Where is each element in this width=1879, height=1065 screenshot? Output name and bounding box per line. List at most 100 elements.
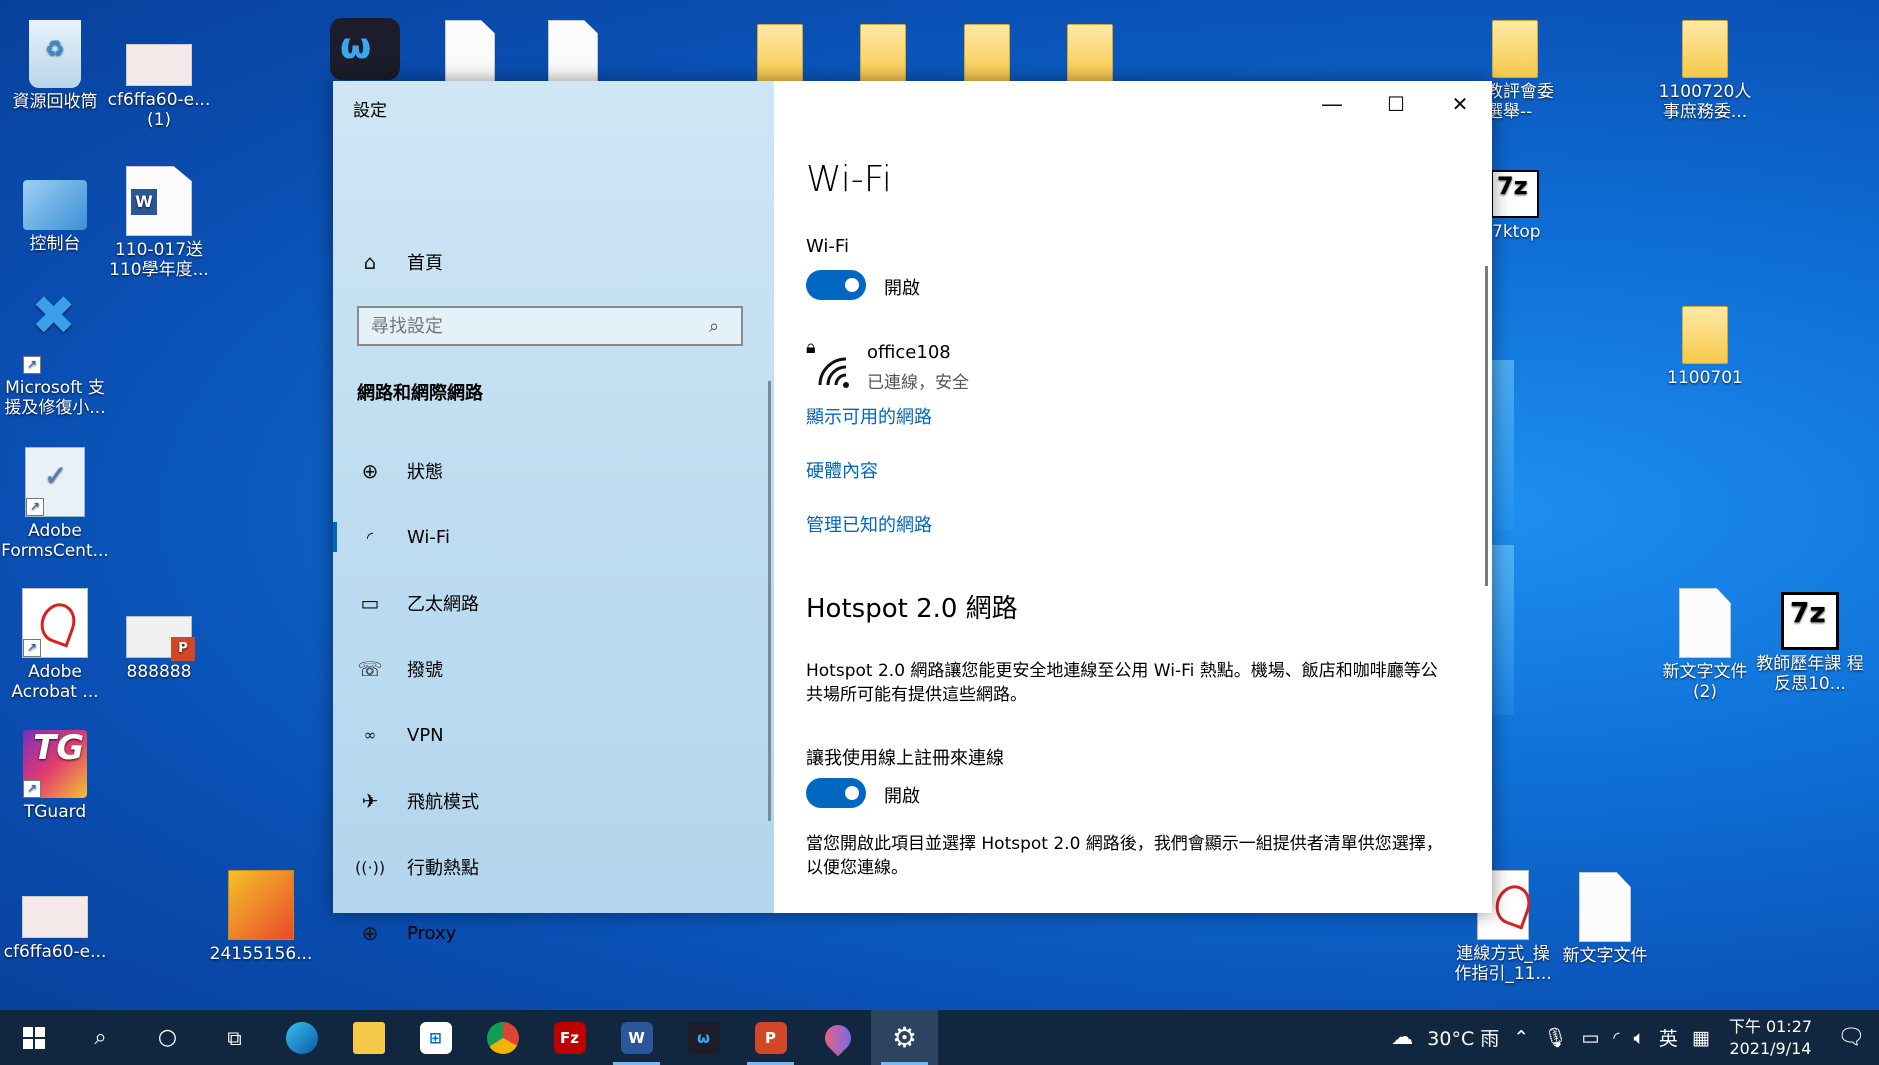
volume-icon[interactable]: 🔈︎ — [1633, 1027, 1644, 1049]
desktop-icon-image-3[interactable]: 24155156... — [206, 870, 316, 964]
nav-home[interactable]: ⌂ 首頁 — [333, 237, 774, 287]
show-available-networks-link[interactable]: 顯示可用的網路 — [806, 403, 932, 429]
taskbar-word[interactable]: W — [603, 1010, 670, 1065]
content-scrollbar[interactable] — [1485, 266, 1488, 586]
lock-icon: 🔒︎ — [806, 337, 816, 358]
desktop-icon-acrobat[interactable]: ↗ Adobe Acrobat ... — [0, 588, 110, 702]
taskbar-settings[interactable]: ⚙ — [871, 1010, 938, 1065]
tguard-icon: TG ↗ — [23, 730, 87, 798]
desktop-icon-ms-support[interactable]: ✖ ↗ Microsoft 支援及修復小... — [0, 289, 110, 419]
taskbar-edge[interactable] — [268, 1010, 335, 1065]
chevron-up-icon[interactable]: ⌃ — [1513, 1027, 1529, 1049]
nav-item-dialup[interactable]: ☏ 撥號 — [333, 644, 774, 694]
desktop-icon-tguard[interactable]: TG ↗ TGuard — [0, 730, 110, 822]
weather-text[interactable]: 30°C 雨 — [1427, 1024, 1499, 1051]
settings-window: 設定 ⌂ 首頁 ⌕ 網路和網際網路 ⊕ 狀態 ◜ Wi-Fi ▭ 乙太網路 ☏ … — [333, 81, 1492, 945]
desktop-icon-control-panel[interactable]: 控制台 — [0, 166, 110, 254]
taskbar-filezilla[interactable]: Fz — [536, 1010, 603, 1065]
desktop-icon-new-text-2[interactable]: 新文字文件 (2) — [1650, 588, 1760, 702]
ime-mode-icon[interactable]: ▦ — [1692, 1027, 1710, 1049]
nav-item-hotspot[interactable]: ((·)) 行動熱點 — [333, 842, 774, 892]
desktop-icon-image-2[interactable]: cf6ffa60-e... — [0, 880, 110, 962]
webex-icon: ω — [340, 26, 372, 67]
microphone-icon[interactable]: 🎙︎ — [1543, 1026, 1567, 1049]
search-input[interactable] — [359, 314, 703, 338]
desktop-icon-label: 控制台 — [29, 234, 81, 254]
desktop-icon-folder-1100720[interactable]: 1100720人 事庶務委... — [1650, 20, 1760, 122]
desktop-text-doc-icon[interactable] — [445, 20, 495, 82]
nav-item-wifi[interactable]: ◜ Wi-Fi — [333, 512, 774, 562]
text-doc-icon — [1579, 872, 1631, 942]
weather-icon[interactable]: ☁ — [1391, 1025, 1413, 1050]
taskbar-store[interactable]: ⊞ — [402, 1010, 469, 1065]
taskbar-webex[interactable]: ω — [670, 1010, 737, 1065]
word-icon: W — [620, 1021, 653, 1054]
taskbar-chrome[interactable] — [469, 1010, 536, 1065]
desktop-icon-label: 24155156... — [209, 944, 313, 964]
image-file-icon — [126, 44, 192, 86]
nav-item-airplane[interactable]: ✈ 飛航模式 — [333, 776, 774, 826]
desktop-icon-webex[interactable]: ω — [330, 18, 400, 80]
minimize-icon: ― — [1322, 92, 1342, 116]
desktop-icon-new-text[interactable]: 新文字文件 — [1550, 872, 1660, 966]
droplet-icon — [819, 1019, 856, 1056]
desktop-icon-recycle-bin[interactable]: ♻ 資源回收筒 — [0, 20, 110, 112]
battery-icon[interactable]: ▭ — [1581, 1027, 1599, 1049]
desktop-icon-888888[interactable]: P 888888 — [104, 598, 214, 682]
wifi-tray-icon[interactable]: ◜ — [1613, 1028, 1619, 1047]
folder-icon — [1682, 306, 1728, 364]
minimize-button[interactable]: ― — [1300, 81, 1364, 127]
desktop-icon-label: 1100720人 事庶務委... — [1658, 82, 1752, 122]
clock[interactable]: 下午 01:27 2021/9/14 — [1729, 1016, 1812, 1060]
desktop-icon-label: 110-017送 110學年度... — [109, 240, 209, 280]
taskbar-paint-app[interactable] — [804, 1010, 871, 1065]
proxy-globe-icon: ⊕ — [361, 921, 379, 945]
desktop-folder-icon[interactable] — [964, 24, 1010, 82]
taskbar-powerpoint[interactable]: P — [737, 1010, 804, 1065]
settings-search-box[interactable]: ⌕ — [357, 306, 743, 346]
desktop-icon-word-doc[interactable]: W 110-017送 110學年度... — [104, 166, 214, 280]
cortana-button[interactable]: ○ — [134, 1010, 201, 1065]
desktop-icon-label: Adobe FormsCent... — [1, 521, 109, 561]
signup-description: 當您開啟此項目並選擇 Hotspot 2.0 網路後，我們會顯示一組提供者清單供… — [806, 834, 1443, 878]
nav-item-vpn[interactable]: ∞ VPN — [333, 710, 774, 760]
wifi-signal-icon — [818, 357, 849, 388]
desktop-icon-folder-1100701[interactable]: 1100701 — [1650, 306, 1760, 388]
desktop-folder-icon[interactable] — [860, 24, 906, 82]
desktop-icon-image-1[interactable]: cf6ffa60-e... (1) — [104, 20, 214, 130]
desktop-icon-adobe-forms[interactable]: ✓ ↗ Adobe FormsCent... — [0, 447, 110, 561]
hardware-properties-link[interactable]: 硬體內容 — [806, 457, 878, 483]
cortana-icon: ○ — [157, 1025, 178, 1050]
desktop-folder-icon[interactable] — [1067, 24, 1113, 82]
nav-item-ethernet[interactable]: ▭ 乙太網路 — [333, 578, 774, 628]
close-button[interactable]: ✕ — [1428, 81, 1492, 127]
wifi-toggle-state: 開啟 — [884, 278, 920, 299]
gear-icon: ⚙ — [891, 1021, 918, 1054]
signup-toggle[interactable] — [806, 778, 866, 808]
search-icon: ⌕ — [94, 1025, 107, 1050]
maximize-button[interactable]: ☐ — [1364, 81, 1428, 127]
desktop-icon-label: TGuard — [23, 802, 87, 822]
desktop-icon-label: 教師歷年課 程反思10... — [1756, 654, 1864, 694]
desktop-icon-label: Adobe Acrobat ... — [11, 662, 99, 702]
start-button[interactable] — [0, 1010, 67, 1065]
nav-item-label: Wi-Fi — [407, 526, 450, 548]
desktop-icon-label: 新文字文件 (2) — [1662, 662, 1748, 702]
wifi-toggle[interactable] — [806, 270, 866, 300]
connected-network[interactable]: 🔒︎ office108 已連線，安全 — [806, 337, 1206, 397]
manage-known-networks-link[interactable]: 管理已知的網路 — [806, 511, 932, 537]
nav-item-proxy[interactable]: ⊕ Proxy — [333, 908, 774, 958]
desktop-text-doc-icon[interactable] — [548, 20, 598, 82]
taskbar-file-explorer[interactable] — [335, 1010, 402, 1065]
desktop-folder-icon[interactable] — [757, 24, 803, 82]
notification-icon[interactable]: 🗨︎ — [1837, 1025, 1865, 1050]
taskbar-search-button[interactable]: ⌕ — [67, 1010, 134, 1065]
windows-logo-icon — [22, 1026, 45, 1049]
task-view-button[interactable]: ⧉ — [201, 1010, 268, 1065]
ime-indicator[interactable]: 英 — [1659, 1024, 1678, 1051]
desktop-icon-7z-reflection[interactable]: 7z 教師歷年課 程反思10... — [1755, 592, 1865, 694]
desktop-light-beam — [1492, 360, 1514, 530]
tools-icon: ✖ ↗ — [23, 289, 87, 374]
nav-scrollbar[interactable] — [768, 381, 771, 821]
nav-item-status[interactable]: ⊕ 狀態 — [333, 446, 774, 496]
